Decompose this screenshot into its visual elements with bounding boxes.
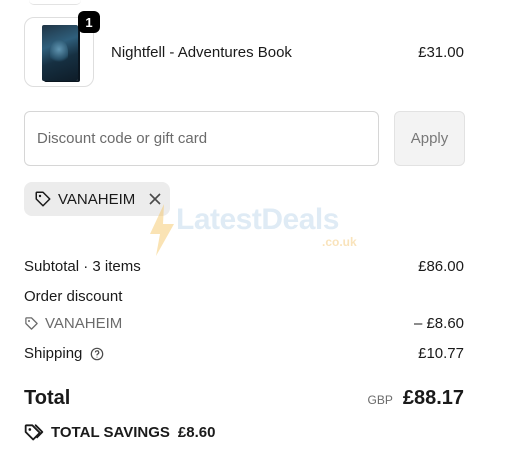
tag-icon (34, 190, 52, 208)
previous-item-edge (29, 0, 81, 5)
discount-code-row: VANAHEIM – £8.60 (24, 315, 464, 332)
quantity-badge: 1 (78, 11, 100, 33)
total-row: Total GBP £88.17 (24, 387, 464, 410)
watermark: LatestDeals .co.uk (148, 203, 357, 261)
book-cover-image (42, 25, 78, 81)
apply-button[interactable]: Apply (394, 111, 465, 166)
savings-value: £8.60 (177, 423, 216, 441)
applied-discount-code: VANAHEIM (58, 190, 136, 208)
discount-code-input[interactable] (24, 111, 379, 166)
product-price: £31.00 (418, 44, 464, 61)
order-discount-row: Order discount (24, 288, 464, 305)
subtotal-value: £86.00 (418, 258, 464, 275)
total-value: £88.17 (402, 387, 464, 409)
savings-tag-icon (24, 422, 44, 442)
tag-icon (24, 316, 39, 331)
shipping-value: £10.77 (418, 345, 464, 362)
discount-value: – £8.60 (413, 315, 464, 332)
discount-code-name: VANAHEIM (45, 315, 123, 332)
lightning-bolt-icon (148, 204, 176, 261)
shipping-label: Shipping (24, 345, 83, 362)
subtotal-row: Subtotal · 3 items £86.00 (24, 258, 464, 275)
savings-label: TOTAL SAVINGS (51, 423, 170, 441)
product-name: Nightfell - Adventures Book (111, 44, 292, 61)
shipping-row: Shipping £10.77 (24, 345, 464, 362)
watermark-domain: .co.uk (322, 235, 357, 249)
currency-code: GBP (367, 393, 393, 407)
help-circle-icon[interactable] (90, 347, 104, 361)
subtotal-label: Subtotal · 3 items (24, 258, 141, 275)
total-savings: TOTAL SAVINGS £8.60 (24, 422, 215, 442)
total-label: Total (24, 387, 71, 409)
watermark-brand: LatestDeals (176, 203, 339, 236)
order-discount-label: Order discount (24, 288, 123, 305)
